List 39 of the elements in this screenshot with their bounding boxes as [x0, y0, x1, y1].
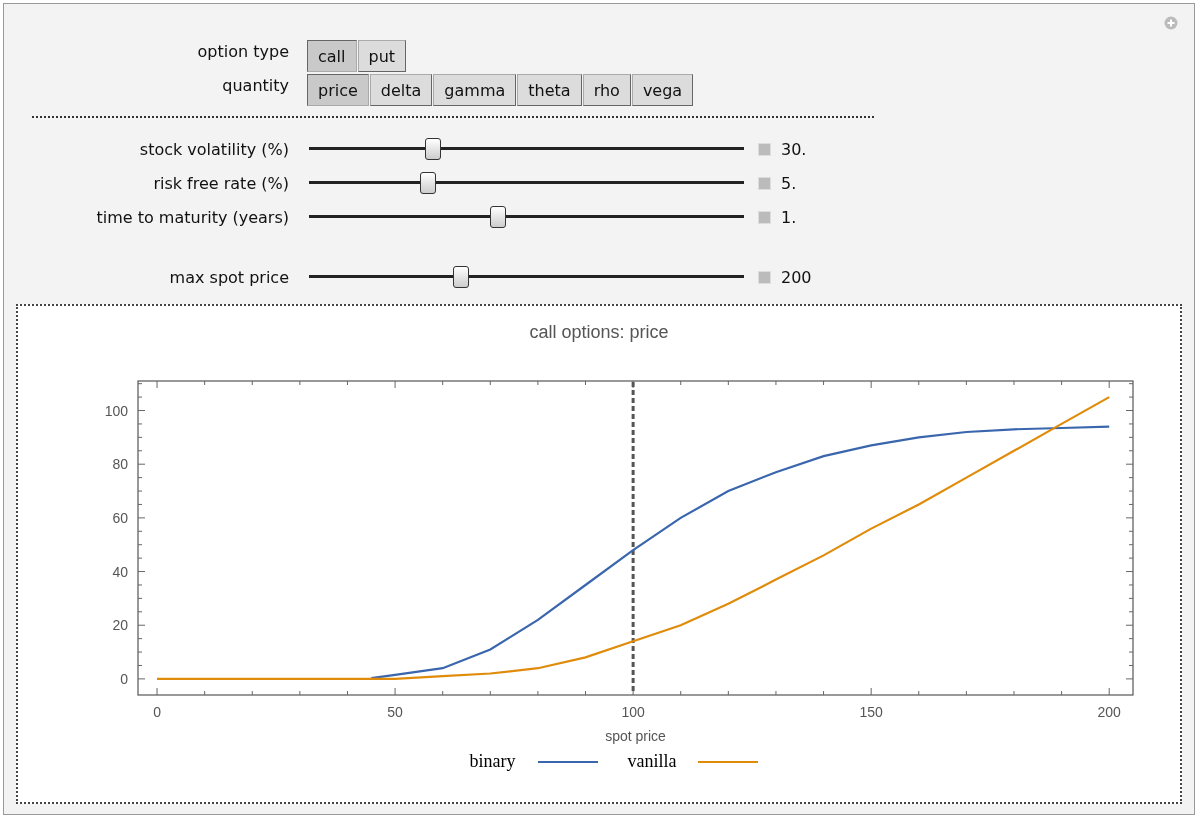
option-button[interactable]: delta	[369, 74, 433, 106]
slider-thumb[interactable]	[424, 138, 441, 160]
legend-label: vanilla	[627, 751, 677, 772]
legend-label: binary	[469, 751, 516, 772]
slider-value: 200	[781, 267, 812, 287]
option-button[interactable]: theta	[517, 74, 582, 106]
y-tick-label: 40	[112, 563, 128, 580]
x-tick-label: 150	[859, 704, 883, 720]
slider-value: 5.	[781, 173, 797, 193]
slider-value: 30.	[781, 139, 807, 159]
y-tick-label: 60	[112, 509, 128, 526]
slider-label: stock volatility (%)	[138, 139, 290, 159]
y-tick-label: 80	[112, 456, 128, 473]
slider-label: risk free rate (%)	[152, 173, 290, 193]
y-tick-label: 20	[112, 617, 128, 634]
slider-thumb[interactable]	[419, 172, 436, 194]
y-tick-label: 0	[120, 670, 128, 687]
y-tick-label: 100	[104, 402, 128, 419]
option-button[interactable]: vega	[631, 74, 694, 106]
slider-label: max spot price	[168, 267, 290, 287]
control-label: quantity	[221, 75, 290, 95]
chart-title: call options: price	[529, 322, 669, 343]
legend-swatch	[537, 760, 598, 763]
x-tick-label: 0	[153, 704, 161, 720]
option-button[interactable]: call	[307, 40, 357, 72]
option-button[interactable]: price	[307, 74, 369, 106]
slider-label: time to maturity (years)	[95, 207, 290, 227]
legend-swatch	[698, 760, 759, 763]
option-button[interactable]: rho	[582, 74, 631, 106]
x-axis-label: spot price	[605, 728, 666, 744]
x-tick-label: 50	[387, 704, 403, 720]
x-tick-label: 200	[1097, 704, 1121, 720]
slider-value: 1.	[781, 207, 797, 227]
x-tick-label: 100	[621, 704, 645, 720]
slider-thumb[interactable]	[453, 266, 470, 288]
slider-thumb[interactable]	[490, 206, 507, 228]
option-button[interactable]: gamma	[433, 74, 517, 106]
control-label: option type	[196, 41, 290, 61]
option-button[interactable]: put	[357, 40, 407, 72]
